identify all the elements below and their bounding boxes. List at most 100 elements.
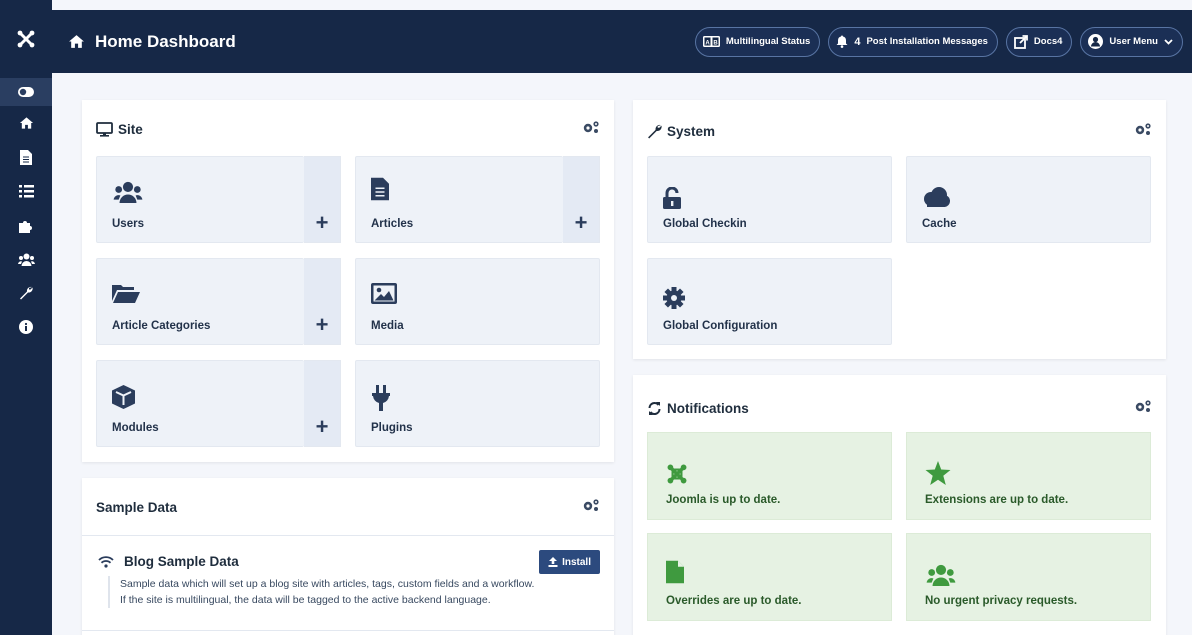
sidebar-item-components[interactable] (0, 208, 52, 242)
top-header: Home Dashboard AB Multilingual Status 4 … (52, 10, 1192, 73)
sample-data-panel: Sample Data Blog Sample Data Install Sam… (82, 478, 614, 635)
system-title-text: System (667, 124, 716, 139)
overrides-label: Overrides are up to date. (666, 595, 802, 607)
system-panel-title: System (647, 124, 715, 139)
extensions-update-tile[interactable]: Extensions are up to date. (906, 432, 1151, 520)
unlock-icon (663, 186, 681, 214)
sync-icon (648, 402, 661, 415)
joomla-update-label: Joomla is up to date. (666, 494, 781, 506)
joomla-update-tile[interactable]: Joomla is up to date. (647, 432, 892, 520)
sidebar (0, 0, 52, 635)
header-actions: AB Multilingual Status 4 Post Installati… (694, 26, 1183, 57)
sidebar-toggle-icon[interactable] (0, 78, 52, 106)
notifications-panel: Notifications Joomla is up to date. Exte… (633, 375, 1166, 635)
add-category-button[interactable]: + (304, 258, 341, 345)
articles-tile[interactable]: Articles (355, 156, 563, 243)
sidebar-item-help[interactable] (0, 310, 52, 344)
blog-sample-data-title-text: Blog Sample Data (124, 554, 239, 569)
language-icon: AB (702, 36, 720, 47)
divider (82, 630, 614, 631)
privacy-requests-tile[interactable]: No urgent privacy requests. (906, 533, 1151, 621)
add-article-button[interactable]: + (563, 156, 600, 243)
users-icon (17, 253, 35, 266)
plugins-tile-label: Plugins (371, 422, 413, 434)
wrench-icon (648, 124, 662, 139)
extensions-update-label: Extensions are up to date. (925, 494, 1069, 506)
global-configuration-tile[interactable]: Global Configuration (647, 258, 892, 345)
notifications-panel-title: Notifications (647, 401, 749, 416)
cache-label: Cache (922, 218, 957, 230)
articles-tile-label: Articles (371, 218, 414, 230)
plug-icon (371, 385, 391, 416)
article-categories-tile-label: Article Categories (112, 320, 211, 332)
blog-sample-data-description: Sample data which will set up a blog sit… (108, 576, 534, 608)
sidebar-item-menus[interactable] (0, 174, 52, 208)
description-line-2: If the site is multilingual, the data wi… (120, 594, 491, 606)
site-panel: Site Users + Articles + Article Categori… (82, 100, 614, 462)
site-panel-title: Site (96, 122, 143, 137)
overrides-tile[interactable]: Overrides are up to date. (647, 533, 892, 621)
wifi-icon (98, 555, 114, 568)
privacy-requests-label: No urgent privacy requests. (925, 595, 1078, 607)
external-link-icon (1014, 34, 1028, 49)
global-checkin-label: Global Checkin (663, 218, 747, 230)
global-checkin-tile[interactable]: Global Checkin (647, 156, 892, 243)
multilingual-status-label: Multilingual Status (725, 36, 811, 47)
users-tile[interactable]: Users (96, 156, 304, 243)
media-tile[interactable]: Media (355, 258, 600, 345)
file-icon (666, 560, 684, 589)
users-tile-label: Users (112, 218, 144, 230)
wrench-icon (20, 286, 33, 300)
joomla-icon (666, 463, 688, 490)
page-title: Home Dashboard (68, 32, 236, 52)
file-icon (371, 177, 389, 206)
divider (82, 535, 614, 536)
users-icon (112, 181, 144, 208)
multilingual-status-button[interactable]: AB Multilingual Status (694, 26, 821, 57)
home-icon (19, 117, 33, 129)
notifications-options-gear-icon[interactable] (1134, 399, 1152, 418)
add-module-button[interactable]: + (304, 360, 341, 447)
folder-open-icon (112, 283, 140, 308)
notifications-title-text: Notifications (667, 401, 749, 416)
sidebar-item-content[interactable] (0, 140, 52, 174)
modules-tile-label: Modules (112, 422, 159, 434)
add-user-button[interactable]: + (304, 156, 341, 243)
sample-data-title: Sample Data (96, 500, 178, 515)
global-configuration-label: Global Configuration (663, 320, 778, 332)
users-icon (925, 564, 957, 591)
sidebar-item-users[interactable] (0, 242, 52, 276)
image-icon (371, 283, 397, 309)
description-line-1: Sample data which will set up a blog sit… (120, 578, 535, 590)
page-title-text: Home Dashboard (95, 31, 236, 51)
blog-sample-data-title: Blog Sample Data (98, 554, 239, 569)
sidebar-item-home[interactable] (0, 106, 52, 140)
system-options-gear-icon[interactable] (1134, 122, 1152, 141)
user-icon (1088, 34, 1104, 49)
desktop-icon (96, 122, 113, 137)
post-installation-label: Post Installation Messages (866, 36, 988, 47)
file-icon (20, 149, 32, 165)
joomla-logo[interactable] (0, 0, 52, 78)
install-label: Install (562, 556, 591, 568)
chevron-down-icon (1164, 38, 1173, 45)
bell-icon (836, 35, 848, 48)
list-icon (18, 184, 34, 197)
plugins-tile[interactable]: Plugins (355, 360, 600, 447)
sidebar-item-system[interactable] (0, 276, 52, 310)
cache-tile[interactable]: Cache (906, 156, 1151, 243)
system-panel: System Global Checkin Cache Global Confi… (633, 100, 1166, 359)
modules-tile[interactable]: Modules (96, 360, 304, 447)
post-installation-messages-button[interactable]: 4 Post Installation Messages (828, 26, 998, 57)
docs-link-button[interactable]: Docs4 (1005, 26, 1073, 57)
article-categories-tile[interactable]: Article Categories (96, 258, 304, 345)
home-icon (69, 35, 84, 48)
puzzle-icon (18, 220, 32, 233)
install-blog-sample-button[interactable]: Install (539, 550, 600, 574)
media-tile-label: Media (371, 320, 404, 332)
user-menu-button[interactable]: User Menu (1080, 26, 1183, 57)
star-icon (925, 461, 951, 491)
site-options-gear-icon[interactable] (582, 120, 600, 139)
cloud-icon (922, 187, 950, 212)
sample-data-options-gear-icon[interactable] (582, 498, 600, 517)
